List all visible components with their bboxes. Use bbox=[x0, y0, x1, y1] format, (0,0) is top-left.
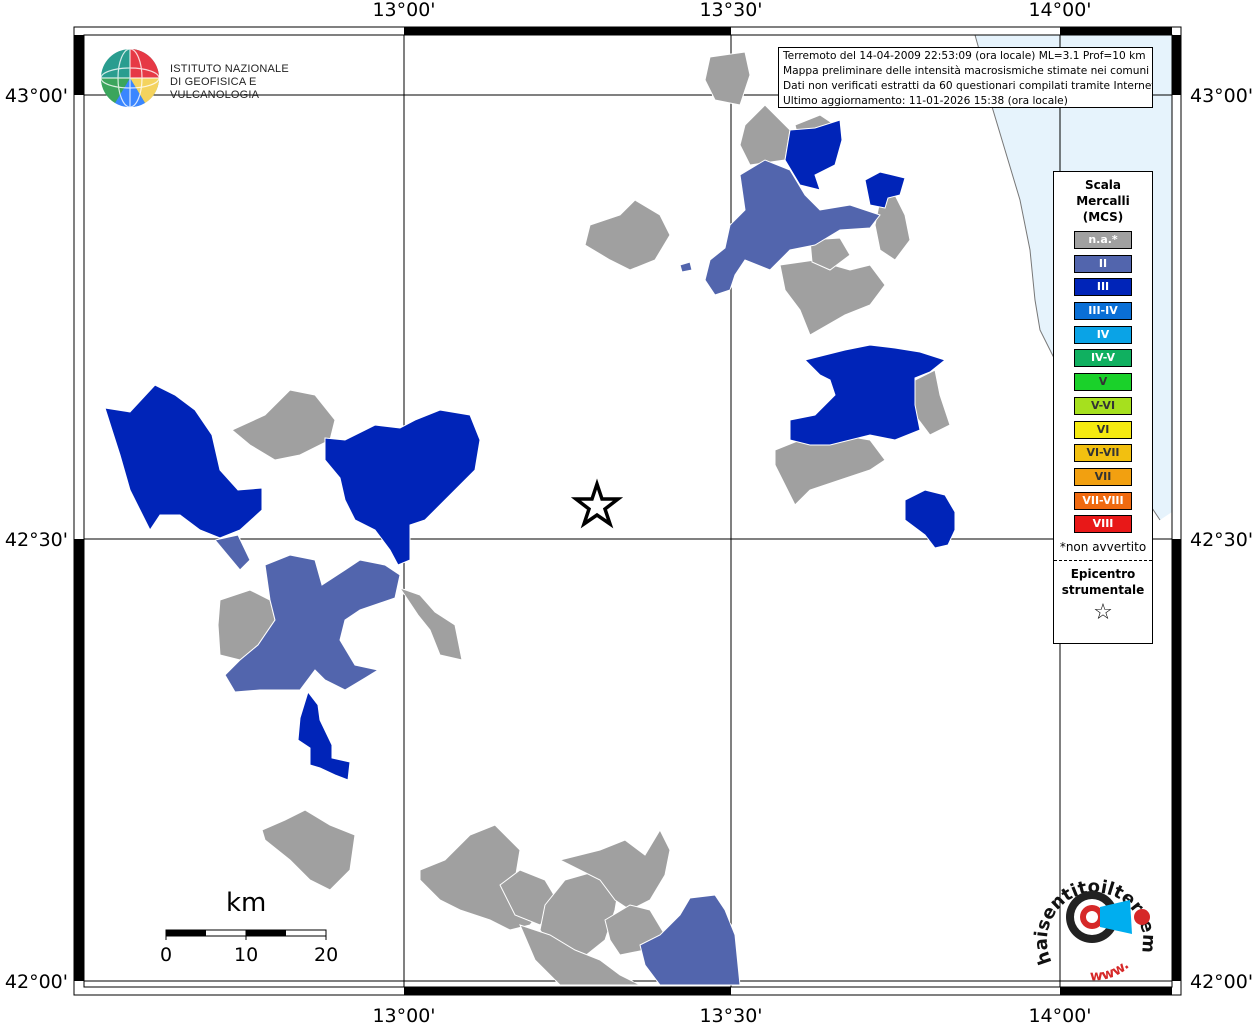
x-tick-top-2: 13°30' bbox=[699, 0, 762, 21]
x-tick-top-3: 14°00' bbox=[1028, 0, 1091, 21]
haisentito-www-text: www. bbox=[1090, 957, 1133, 984]
legend-item: III-IV bbox=[1074, 302, 1132, 321]
legend-item: VI-VII bbox=[1074, 444, 1132, 463]
legend-item: VII-VIII bbox=[1074, 491, 1132, 510]
mcs-legend: Scala Mercalli (MCS) n.a.* II III III-IV IV I… bbox=[1053, 171, 1153, 644]
legend-separator bbox=[1054, 560, 1152, 562]
y-tick-left-2: 42°30' bbox=[5, 529, 68, 551]
legend-item: IV bbox=[1074, 325, 1132, 344]
municipality-na bbox=[779, 259, 886, 336]
haisentito-logo: haisentitoilterremoto.it www. bbox=[1024, 846, 1160, 992]
municipality-II bbox=[679, 261, 693, 273]
ingv-name-line2: DI GEOFISICA E VULCANOLOGIA bbox=[170, 76, 260, 101]
municipality-II bbox=[639, 894, 741, 986]
legend-item: III bbox=[1074, 278, 1132, 297]
municipality-III bbox=[324, 409, 481, 566]
legend-items: n.a.* II III III-IV IV IV-V V V-VI VI VI-VII VII VI… bbox=[1054, 231, 1152, 534]
haisentito-stamp-icon: haisentitoilterremoto.it www. bbox=[1024, 846, 1160, 984]
ingv-name: ISTITUTO NAZIONALE DI GEOFISICA E VULCAN… bbox=[170, 63, 320, 102]
ingv-logo: ISTITUTO NAZIONALE DI GEOFISICA E VULCAN… bbox=[100, 47, 320, 111]
ingv-globe-icon bbox=[100, 48, 160, 108]
event-info-line: Terremoto del 14-04-2009 22:53:09 (ora l… bbox=[783, 50, 1146, 62]
event-info-box: Terremoto del 14-04-2009 22:53:09 (ora l… bbox=[778, 47, 1153, 108]
municipality-na bbox=[398, 587, 463, 661]
ingv-name-line1: ISTITUTO NAZIONALE bbox=[170, 63, 289, 75]
legend-note: *non avvertito bbox=[1059, 540, 1147, 555]
x-tick-bottom-2: 13°30' bbox=[699, 1005, 762, 1024]
legend-star-icon: ☆ bbox=[1093, 600, 1113, 626]
event-info-line: Dati non verificati estratti da 60 quest… bbox=[783, 80, 1153, 92]
y-tick-right-1: 43°00' bbox=[1190, 85, 1253, 107]
municipality-na bbox=[914, 369, 951, 436]
scale-bar-graphic bbox=[165, 929, 327, 940]
legend-item: IV-V bbox=[1074, 349, 1132, 368]
epicentre-star-icon bbox=[570, 478, 624, 529]
y-tick-right-3: 42°00' bbox=[1190, 971, 1253, 993]
legend-title-line: Mercalli bbox=[1076, 194, 1130, 208]
legend-item: V bbox=[1074, 373, 1132, 392]
legend-epicentre-line: Epicentro bbox=[1070, 567, 1136, 582]
legend-item: VII bbox=[1074, 467, 1132, 486]
legend-item: VIII bbox=[1074, 515, 1132, 534]
y-tick-left-1: 43°00' bbox=[5, 85, 68, 107]
x-tick-top-1: 13°00' bbox=[372, 0, 435, 21]
legend-item: II bbox=[1074, 254, 1132, 273]
svg-text:www.: www. bbox=[1090, 957, 1133, 984]
municipality-na bbox=[739, 104, 791, 166]
x-tick-bottom-1: 13°00' bbox=[372, 1005, 435, 1024]
municipality-na bbox=[231, 389, 336, 461]
event-info-line: Ultimo aggiornamento: 11-01-2026 15:38 (… bbox=[783, 95, 1068, 107]
legend-title: Scala Mercalli (MCS) bbox=[1054, 177, 1152, 225]
municipality-III bbox=[297, 690, 351, 781]
municipality-II bbox=[214, 534, 251, 571]
scale-tick: 10 bbox=[234, 944, 259, 966]
scale-title: km bbox=[226, 888, 267, 918]
municipality-na bbox=[584, 199, 671, 271]
scale-tick: 0 bbox=[160, 944, 173, 966]
legend-item: n.a.* bbox=[1074, 231, 1132, 249]
municipality-III bbox=[104, 384, 263, 539]
legend-title-line: (MCS) bbox=[1082, 210, 1124, 224]
legend-item: VI bbox=[1074, 420, 1132, 439]
y-tick-left-3: 42°00' bbox=[5, 971, 68, 993]
y-tick-right-2: 42°30' bbox=[1190, 529, 1253, 551]
legend-title-line: Scala bbox=[1084, 178, 1122, 192]
legend-epicentre-line: strumentale bbox=[1061, 583, 1145, 598]
scale-bar: km 0 10 20 bbox=[150, 888, 350, 978]
municipality-na bbox=[704, 51, 751, 106]
scale-tick: 20 bbox=[314, 944, 339, 966]
x-tick-bottom-3: 14°00' bbox=[1028, 1005, 1091, 1024]
legend-item: V-VI bbox=[1074, 396, 1132, 415]
legend-epicentre-title: Epicentro strumentale bbox=[1054, 566, 1152, 598]
municipality-na bbox=[261, 809, 356, 891]
event-info-line: Mappa preliminare delle intensità macros… bbox=[783, 65, 1150, 77]
